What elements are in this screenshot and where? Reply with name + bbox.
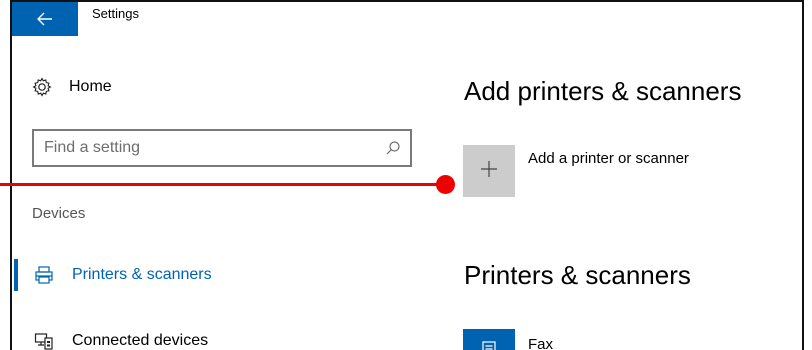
settings-window: Settings Home Devices	[12, 2, 802, 350]
sidebar-section-devices: Devices	[32, 205, 86, 222]
back-arrow-icon	[37, 12, 53, 26]
sidebar-item-printers-scanners[interactable]: Printers & scanners	[12, 258, 432, 292]
annotation-pointer-line	[0, 183, 448, 186]
printers-list-heading: Printers & scanners	[464, 260, 691, 290]
search-box	[32, 129, 412, 167]
search-icon[interactable]	[380, 140, 406, 156]
sidebar-item-connected-devices[interactable]: Connected devices	[12, 324, 432, 350]
plus-icon	[480, 160, 498, 183]
fax-icon[interactable]	[463, 329, 515, 350]
sidebar-item-label: Connected devices	[72, 332, 209, 349]
sidebar-home-label: Home	[69, 78, 112, 95]
window-title: Settings	[92, 6, 139, 21]
printer-icon	[34, 265, 54, 285]
add-printers-heading: Add printers & scanners	[464, 76, 742, 106]
frame-border-right	[802, 0, 804, 350]
sidebar-item-label: Printers & scanners	[72, 266, 212, 283]
frame-margin-left	[0, 0, 10, 350]
add-printer-label[interactable]: Add a printer or scanner	[528, 150, 689, 167]
screenshot-frame: Settings Home Devices	[0, 0, 812, 350]
frame-border-left	[10, 0, 12, 350]
printer-item-fax[interactable]: Fax	[528, 336, 553, 350]
frame-border-top	[0, 0, 812, 2]
connected-devices-icon	[34, 331, 54, 350]
gear-icon	[32, 77, 52, 97]
active-indicator	[14, 259, 18, 291]
back-button[interactable]	[12, 2, 78, 36]
annotation-pointer-dot	[436, 175, 455, 194]
add-printer-button[interactable]	[463, 145, 515, 197]
sidebar-home[interactable]: Home	[32, 74, 112, 100]
search-input[interactable]	[34, 133, 380, 163]
